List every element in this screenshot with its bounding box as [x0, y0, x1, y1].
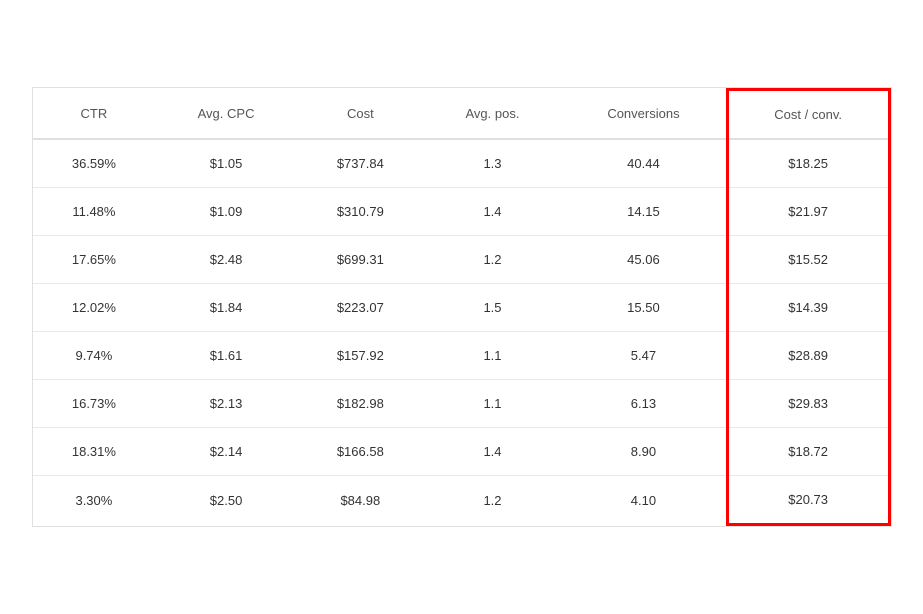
- table-row: 9.74%$1.61$157.921.15.47$28.89: [33, 332, 890, 380]
- cell-ctr: 3.30%: [33, 476, 156, 525]
- cell-avg-cpc: $2.48: [155, 236, 296, 284]
- table-row: 12.02%$1.84$223.071.515.50$14.39: [33, 284, 890, 332]
- cell-cost: $84.98: [297, 476, 424, 525]
- cell-ctr: 11.48%: [33, 188, 156, 236]
- cell-conversions: 45.06: [561, 236, 727, 284]
- cell-avg-pos: 1.2: [424, 236, 561, 284]
- cell-cost-conv: $18.72: [727, 428, 889, 476]
- header-ctr: CTR: [33, 90, 156, 140]
- cell-avg-cpc: $1.09: [155, 188, 296, 236]
- cell-ctr: 18.31%: [33, 428, 156, 476]
- cell-ctr: 17.65%: [33, 236, 156, 284]
- header-avg-cpc: Avg. CPC: [155, 90, 296, 140]
- cell-conversions: 8.90: [561, 428, 727, 476]
- cell-conversions: 14.15: [561, 188, 727, 236]
- cell-cost-conv: $21.97: [727, 188, 889, 236]
- cell-ctr: 12.02%: [33, 284, 156, 332]
- cell-avg-pos: 1.4: [424, 428, 561, 476]
- cell-avg-cpc: $1.05: [155, 139, 296, 188]
- cell-cost: $310.79: [297, 188, 424, 236]
- header-cost-conv: Cost / conv.: [727, 90, 889, 140]
- cell-conversions: 4.10: [561, 476, 727, 525]
- cell-avg-pos: 1.1: [424, 380, 561, 428]
- header-cost: Cost: [297, 90, 424, 140]
- cell-cost-conv: $29.83: [727, 380, 889, 428]
- cell-avg-pos: 1.5: [424, 284, 561, 332]
- data-table: CTR Avg. CPC Cost Avg. pos. Conversions …: [32, 87, 892, 527]
- cell-cost: $166.58: [297, 428, 424, 476]
- table-header-row: CTR Avg. CPC Cost Avg. pos. Conversions …: [33, 90, 890, 140]
- cell-cost: $182.98: [297, 380, 424, 428]
- table-row: 18.31%$2.14$166.581.48.90$18.72: [33, 428, 890, 476]
- cell-conversions: 6.13: [561, 380, 727, 428]
- cell-avg-pos: 1.3: [424, 139, 561, 188]
- cell-avg-cpc: $2.14: [155, 428, 296, 476]
- cell-cost: $737.84: [297, 139, 424, 188]
- cell-avg-cpc: $2.50: [155, 476, 296, 525]
- header-conversions: Conversions: [561, 90, 727, 140]
- table-row: 16.73%$2.13$182.981.16.13$29.83: [33, 380, 890, 428]
- cell-cost-conv: $28.89: [727, 332, 889, 380]
- cell-avg-cpc: $1.61: [155, 332, 296, 380]
- cell-cost-conv: $18.25: [727, 139, 889, 188]
- cell-conversions: 15.50: [561, 284, 727, 332]
- header-avg-pos: Avg. pos.: [424, 90, 561, 140]
- table-row: 17.65%$2.48$699.311.245.06$15.52: [33, 236, 890, 284]
- cell-cost: $223.07: [297, 284, 424, 332]
- cell-cost: $699.31: [297, 236, 424, 284]
- table-row: 36.59%$1.05$737.841.340.44$18.25: [33, 139, 890, 188]
- table-row: 11.48%$1.09$310.791.414.15$21.97: [33, 188, 890, 236]
- cell-cost: $157.92: [297, 332, 424, 380]
- cell-avg-cpc: $1.84: [155, 284, 296, 332]
- cell-cost-conv: $15.52: [727, 236, 889, 284]
- cell-avg-pos: 1.2: [424, 476, 561, 525]
- cell-ctr: 9.74%: [33, 332, 156, 380]
- cell-avg-pos: 1.1: [424, 332, 561, 380]
- table-row: 3.30%$2.50$84.981.24.10$20.73: [33, 476, 890, 525]
- cell-avg-cpc: $2.13: [155, 380, 296, 428]
- cell-avg-pos: 1.4: [424, 188, 561, 236]
- cell-conversions: 5.47: [561, 332, 727, 380]
- cell-conversions: 40.44: [561, 139, 727, 188]
- cell-cost-conv: $20.73: [727, 476, 889, 525]
- cell-ctr: 36.59%: [33, 139, 156, 188]
- cell-cost-conv: $14.39: [727, 284, 889, 332]
- cell-ctr: 16.73%: [33, 380, 156, 428]
